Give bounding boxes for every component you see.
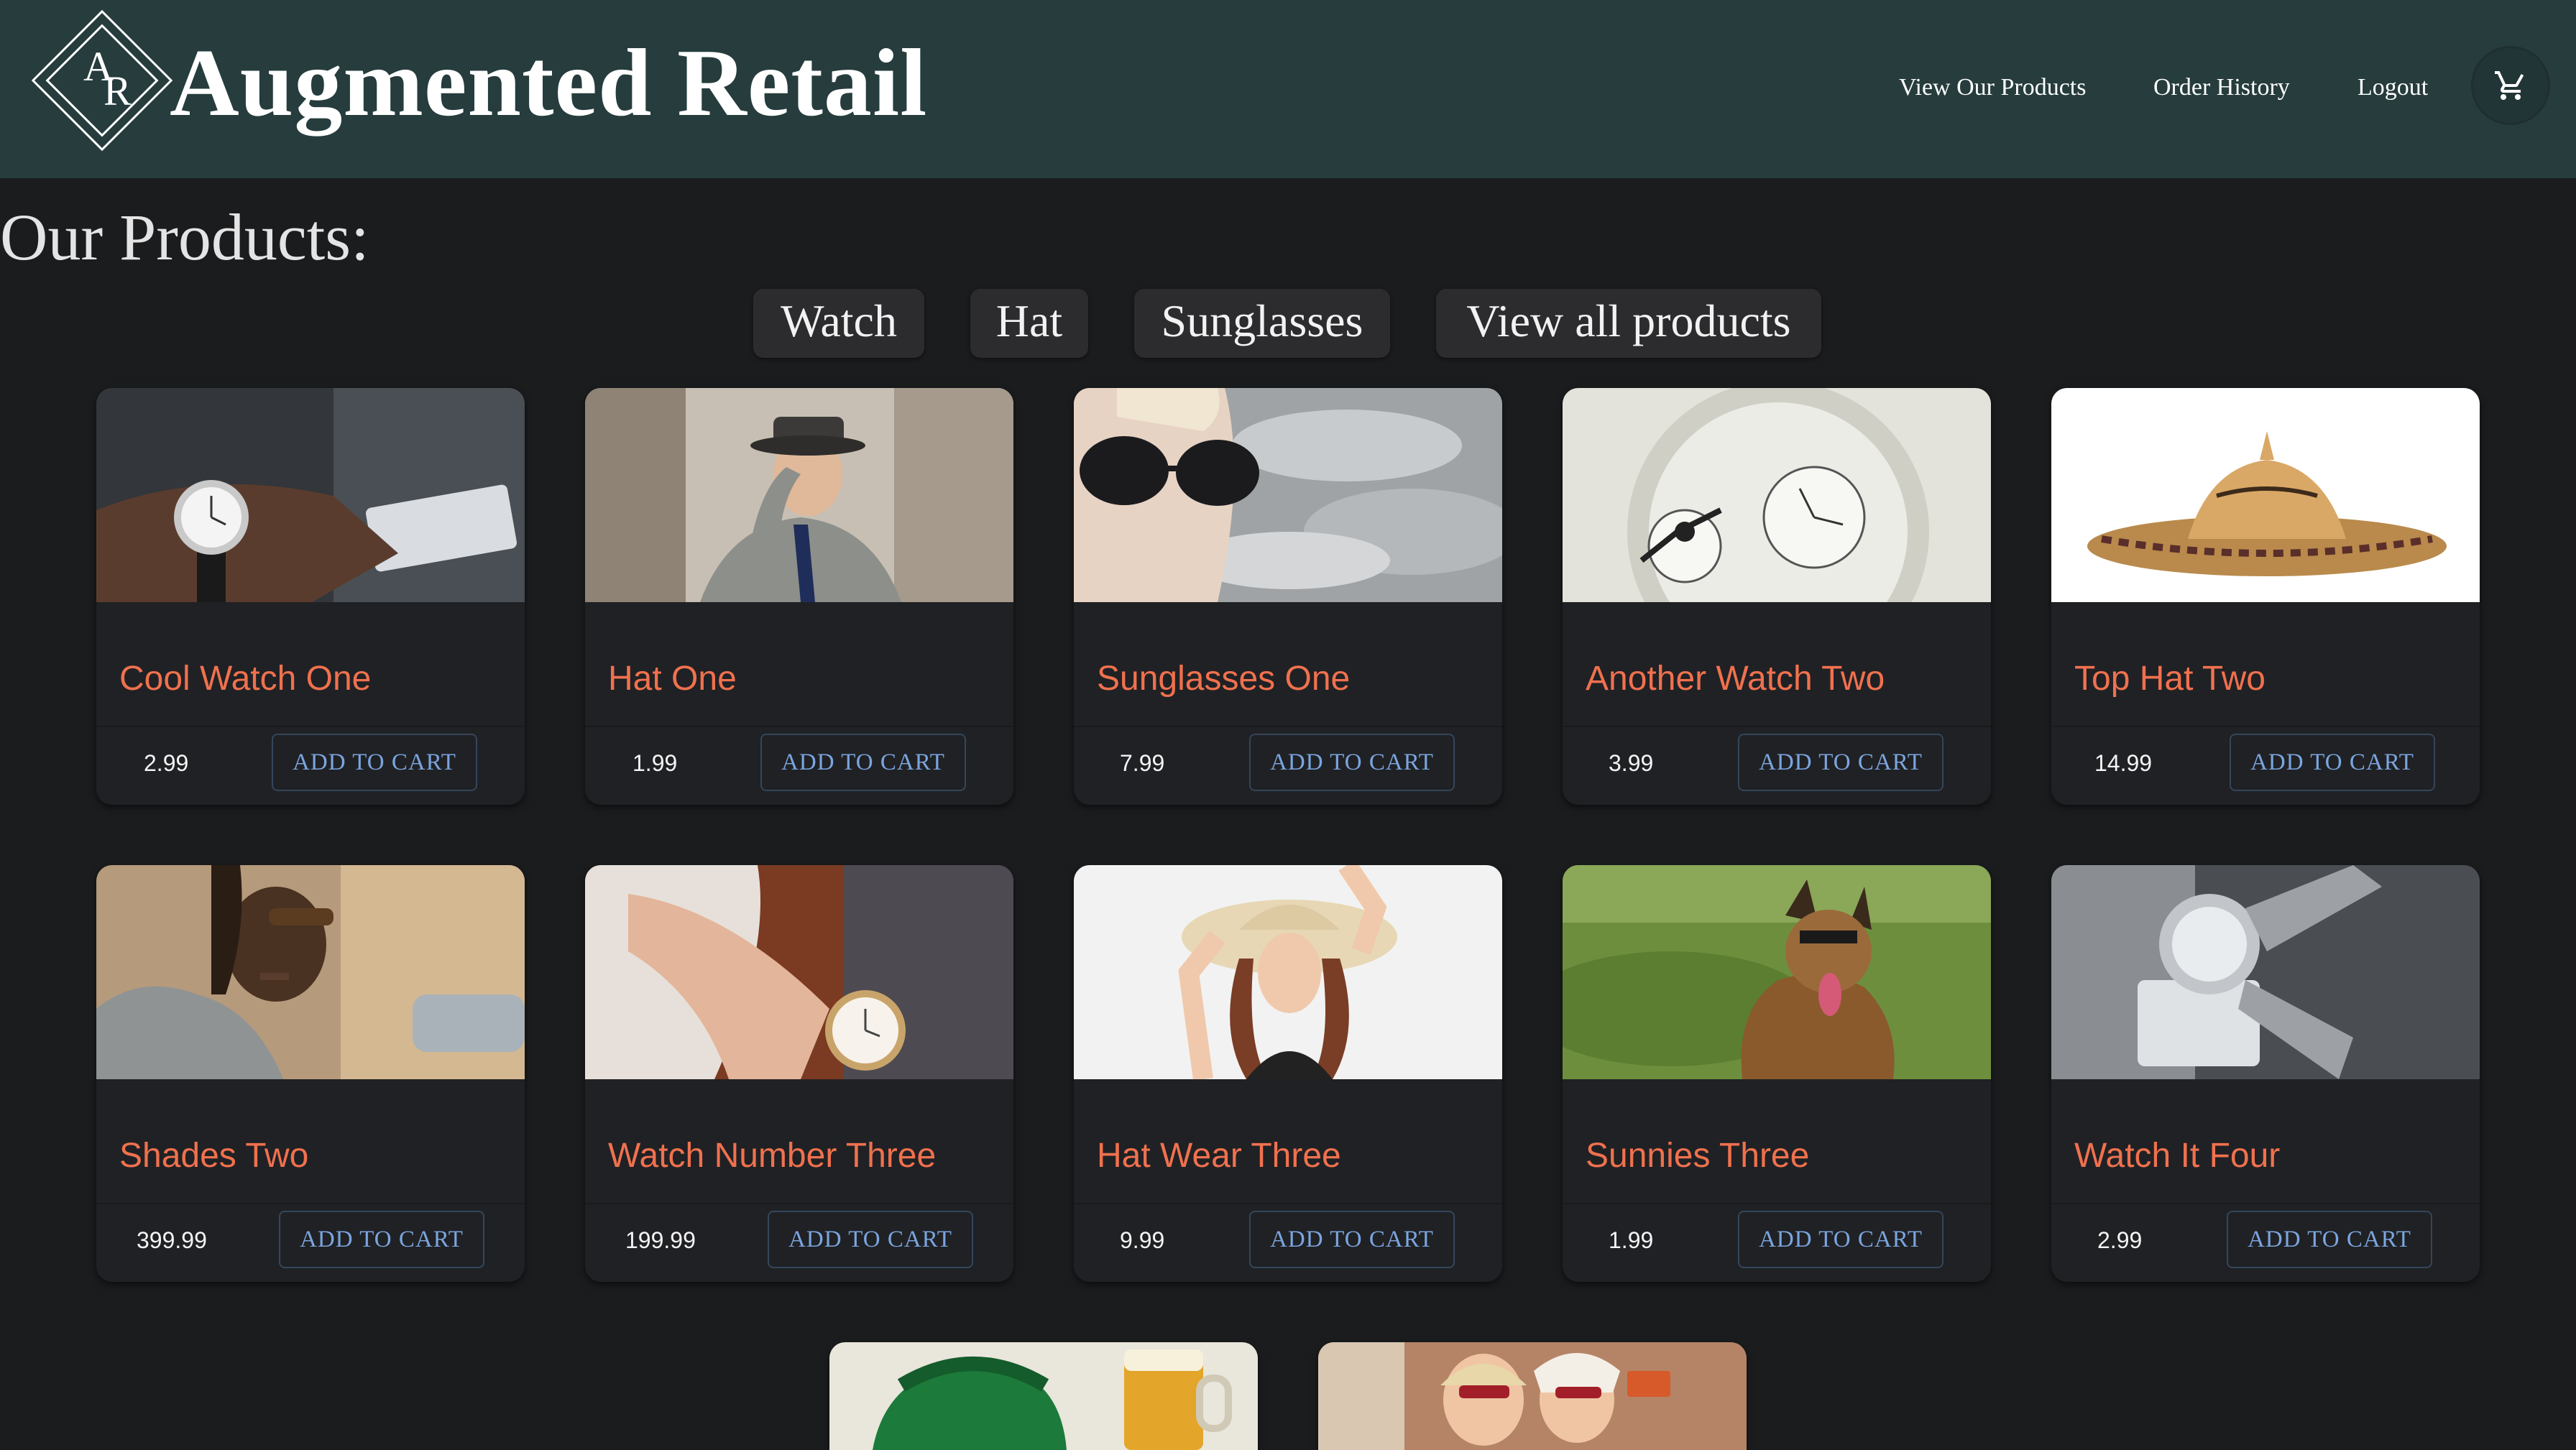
add-to-cart-button[interactable]: ADD TO CART bbox=[1249, 734, 1455, 791]
product-image[interactable] bbox=[96, 388, 525, 602]
add-to-cart-button[interactable]: ADD TO CART bbox=[2230, 734, 2435, 791]
product-image[interactable] bbox=[1563, 388, 1991, 602]
card-divider bbox=[585, 726, 1013, 727]
add-to-cart-button[interactable]: ADD TO CART bbox=[2227, 1211, 2432, 1268]
svg-text:R: R bbox=[104, 68, 132, 114]
product-price: 1.99 bbox=[632, 750, 678, 776]
add-to-cart-button[interactable]: ADD TO CART bbox=[279, 1211, 484, 1268]
product-price: 2.99 bbox=[144, 750, 189, 776]
product-image[interactable] bbox=[96, 865, 525, 1079]
cart-icon bbox=[2495, 71, 2524, 100]
product-image[interactable] bbox=[1563, 865, 1991, 1079]
card-divider bbox=[585, 1203, 1013, 1204]
add-to-cart-button[interactable]: ADD TO CART bbox=[272, 734, 477, 791]
filter-watch-button[interactable]: Watch bbox=[753, 289, 924, 358]
product-name[interactable]: Sunnies Three bbox=[1586, 1131, 1809, 1181]
add-to-cart-button[interactable]: ADD TO CART bbox=[1249, 1211, 1455, 1268]
nav-order-history-link[interactable]: Order History bbox=[2153, 69, 2290, 106]
product-name[interactable]: Watch Number Three bbox=[608, 1131, 936, 1181]
product-price: 2.99 bbox=[2097, 1227, 2143, 1253]
product-price: 199.99 bbox=[625, 1227, 696, 1253]
product-price: 7.99 bbox=[1120, 750, 1165, 776]
add-to-cart-button[interactable]: ADD TO CART bbox=[760, 734, 966, 791]
cart-button[interactable] bbox=[2471, 46, 2550, 125]
card-divider bbox=[1074, 726, 1502, 727]
filter-view-all-button[interactable]: View all products bbox=[1436, 289, 1821, 358]
brand-title[interactable]: Augmented Retail bbox=[170, 22, 927, 144]
product-card bbox=[829, 1342, 1258, 1450]
card-divider bbox=[2051, 726, 2480, 727]
top-app-bar: A R Augmented Retail View Our Products O… bbox=[0, 0, 2576, 178]
product-price: 9.99 bbox=[1120, 1227, 1165, 1253]
card-divider bbox=[1074, 1203, 1502, 1204]
product-image[interactable] bbox=[2051, 388, 2480, 602]
product-name[interactable]: Hat Wear Three bbox=[1097, 1131, 1341, 1181]
product-name[interactable]: Shades Two bbox=[119, 1131, 308, 1181]
product-price: 14.99 bbox=[2094, 750, 2153, 776]
product-image[interactable] bbox=[1074, 388, 1502, 602]
filter-hat-button[interactable]: Hat bbox=[970, 289, 1088, 358]
card-divider bbox=[1563, 1203, 1991, 1204]
page-title: Our Products: bbox=[0, 200, 369, 274]
card-divider bbox=[96, 726, 525, 727]
filter-sunglasses-button[interactable]: Sunglasses bbox=[1134, 289, 1390, 358]
product-price: 1.99 bbox=[1609, 1227, 1654, 1253]
product-image[interactable] bbox=[585, 865, 1013, 1079]
product-image[interactable] bbox=[2051, 865, 2480, 1079]
product-name[interactable]: Watch It Four bbox=[2074, 1131, 2280, 1181]
product-name[interactable]: Top Hat Two bbox=[2074, 654, 2266, 704]
product-name[interactable]: Another Watch Two bbox=[1586, 654, 1885, 704]
card-divider bbox=[96, 1203, 525, 1204]
add-to-cart-button[interactable]: ADD TO CART bbox=[1738, 734, 1944, 791]
product-name[interactable]: Sunglasses One bbox=[1097, 654, 1350, 704]
product-name[interactable]: Cool Watch One bbox=[119, 654, 371, 704]
add-to-cart-button[interactable]: ADD TO CART bbox=[1738, 1211, 1944, 1268]
card-divider bbox=[1563, 726, 1991, 727]
product-image[interactable] bbox=[1074, 865, 1502, 1079]
product-image[interactable] bbox=[585, 388, 1013, 602]
product-card bbox=[1318, 1342, 1747, 1450]
nav-logout-link[interactable]: Logout bbox=[2358, 69, 2428, 106]
ar-logo-icon[interactable]: A R bbox=[31, 0, 173, 164]
product-price: 399.99 bbox=[137, 1227, 207, 1253]
card-divider bbox=[2051, 1203, 2480, 1204]
product-image[interactable] bbox=[1318, 1342, 1747, 1450]
add-to-cart-button[interactable]: ADD TO CART bbox=[768, 1211, 973, 1268]
product-image[interactable] bbox=[829, 1342, 1258, 1450]
product-name[interactable]: Hat One bbox=[608, 654, 737, 704]
product-price: 3.99 bbox=[1609, 750, 1654, 776]
nav-view-products-link[interactable]: View Our Products bbox=[1899, 69, 2086, 106]
